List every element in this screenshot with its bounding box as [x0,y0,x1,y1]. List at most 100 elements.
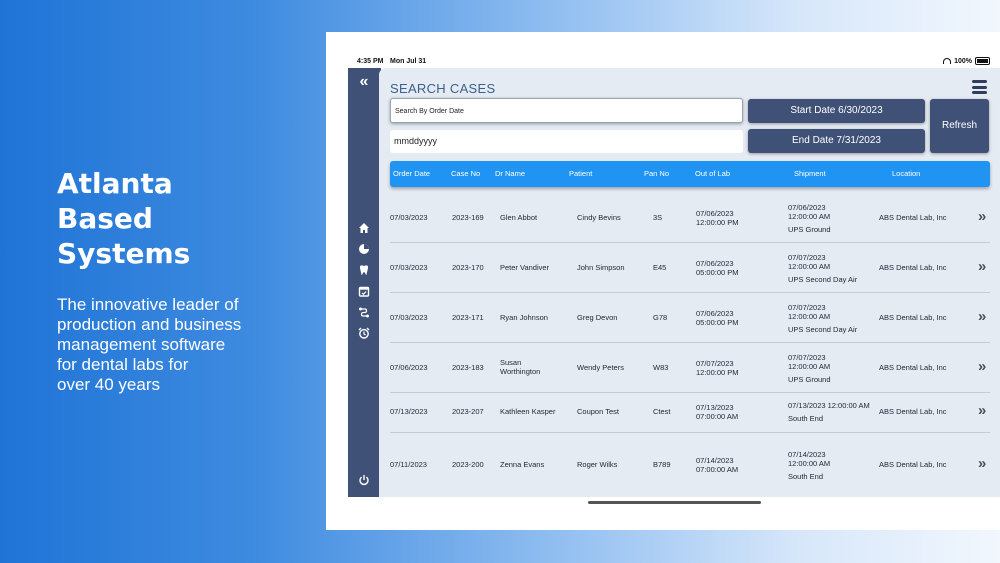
pie-chart-icon[interactable] [356,243,372,259]
hero-section: Atlanta Based Systems The innovative lea… [57,166,287,395]
out-of-lab: 07/14/2023 07:00:00 AM [696,456,739,474]
battery-icon [975,57,990,65]
out-of-lab: 07/13/2023 07:00:00 AM [696,403,739,421]
chevron-right-icon[interactable]: » [978,358,986,375]
location: ABS Dental Lab, Inc [879,213,947,222]
pan-no: G78 [653,313,668,322]
shipment: 07/07/2023 12:00:00 AM UPS Second Day Air [788,303,858,334]
shipment: 07/13/2023 12:00:00 AM South End [788,401,870,423]
pan-no: W83 [653,363,669,372]
location: ABS Dental Lab, Inc [879,313,947,322]
column-header[interactable]: Dr Name [495,161,525,187]
refresh-button[interactable]: Refresh [930,99,989,153]
chevron-right-icon[interactable]: » [978,402,986,419]
table-row[interactable]: 07/13/2023 2023-207 Kathleen Kasper Coup… [390,392,990,433]
alarm-icon[interactable] [356,327,372,343]
column-header[interactable]: Pan No [644,161,669,187]
page-title: SEARCH CASES [390,81,496,96]
case-no: 2023-170 [452,263,484,272]
home-indicator[interactable] [588,501,761,504]
table-row[interactable]: 07/03/2023 2023-171 Ryan Johnson Greg De… [390,292,990,343]
hero-subtitle-line: for dental labs for [57,355,189,374]
case-no: 2023-207 [452,407,484,416]
column-header[interactable]: Order Date [393,161,430,187]
shipment: 07/06/2023 12:00:00 AM UPS Ground [788,203,831,234]
case-no: 2023-200 [452,460,484,469]
order-date: 07/11/2023 [390,460,427,469]
dr-name: Susan Worthington [500,358,541,376]
patient: John Simpson [577,263,625,272]
tooth-icon[interactable] [356,264,372,280]
patient: Roger Wilks [577,460,618,469]
location: ABS Dental Lab, Inc [879,407,947,416]
column-header[interactable]: Location [892,161,920,187]
hamburger-menu-icon[interactable] [972,80,987,94]
sidebar: « [348,68,381,497]
double-chevron-left-icon[interactable]: « [356,74,372,90]
route-icon[interactable] [356,306,372,322]
column-header[interactable]: Shipment [794,161,826,187]
status-time: 4:35 PM [357,58,384,65]
shipment: 07/14/2023 12:00:00 AM South End [788,450,831,481]
column-header[interactable]: Case No [451,161,480,187]
home-icon[interactable] [356,222,372,238]
hero-title-line: Atlanta [57,167,173,200]
date-input[interactable]: mmddyyyy [390,130,743,153]
table-row[interactable]: 07/06/2023 2023-183 Susan Worthington Wen… [390,342,990,393]
dr-name: Glen Abbot [500,213,538,222]
power-icon[interactable] [356,474,372,490]
chevron-right-icon[interactable]: » [978,455,986,472]
search-cases-panel: SEARCH CASES Search By Order Date mmddyy… [379,68,1000,497]
dr-name: Ryan Johnson [500,313,548,322]
case-no: 2023-169 [452,213,484,222]
case-no: 2023-183 [452,363,484,372]
tablet-screen: 4:35 PM Mon Jul 31 100% « SEARCH CASES S… [326,32,1000,530]
pan-no: B789 [653,460,671,469]
patient: Greg Devon [577,313,618,322]
column-header[interactable]: Patient [569,161,592,187]
pan-no: Ctest [653,407,671,416]
column-header[interactable]: Out of Lab [695,161,730,187]
hero-subtitle-line: management software [57,335,226,354]
dr-name: Peter Vandiver [500,263,550,272]
status-indicators: 100% [943,57,990,65]
start-date-button[interactable]: Start Date 6/30/2023 [748,99,925,123]
status-date: Mon Jul 31 [390,58,427,65]
hero-title-line: Based [57,202,153,235]
out-of-lab: 07/06/2023 05:00:00 PM [696,309,739,327]
chevron-right-icon[interactable]: » [978,208,986,225]
table-header: Order Date Case No Dr Name Patient Pan N… [390,161,990,187]
calendar-icon[interactable] [356,285,372,301]
chevron-right-icon[interactable]: » [978,308,986,325]
hero-subtitle: The innovative leader of production and … [57,295,287,395]
case-no: 2023-171 [452,313,484,322]
out-of-lab: 07/06/2023 12:00:00 PM [696,209,739,227]
table-row[interactable]: 07/03/2023 2023-170 Peter Vandiver John … [390,242,990,293]
patient: Coupon Test [577,407,619,416]
order-date: 07/03/2023 [390,313,428,322]
search-mode-select[interactable]: Search By Order Date [390,98,743,123]
order-date: 07/06/2023 [390,363,428,372]
location: ABS Dental Lab, Inc [879,263,947,272]
end-date-button[interactable]: End Date 7/31/2023 [748,129,925,153]
table-row[interactable]: 07/11/2023 2023-200 Zenna Evans Roger Wi… [390,432,990,492]
table-row[interactable]: 07/03/2023 2023-169 Glen Abbot Cindy Bev… [390,192,990,243]
hero-title: Atlanta Based Systems [57,166,287,271]
hero-subtitle-line: The innovative leader of [57,295,239,314]
battery-percent: 100% [954,57,972,65]
dr-name: Zenna Evans [500,460,545,469]
order-date: 07/03/2023 [390,263,428,272]
location: ABS Dental Lab, Inc [879,460,947,469]
dr-name: Kathleen Kasper [500,407,556,416]
hero-subtitle-line: production and business [57,315,242,334]
out-of-lab: 07/06/2023 05:00:00 PM [696,259,739,277]
hero-title-line: Systems [57,237,191,270]
pan-no: 3S [653,213,663,222]
chevron-right-icon[interactable]: » [978,258,986,275]
shipment: 07/07/2023 12:00:00 AM UPS Ground [788,353,831,384]
hero-subtitle-line: over 40 years [57,375,160,394]
wifi-icon [943,58,952,64]
order-date: 07/13/2023 [390,407,428,416]
location: ABS Dental Lab, Inc [879,363,947,372]
patient: Wendy Peters [577,363,624,372]
